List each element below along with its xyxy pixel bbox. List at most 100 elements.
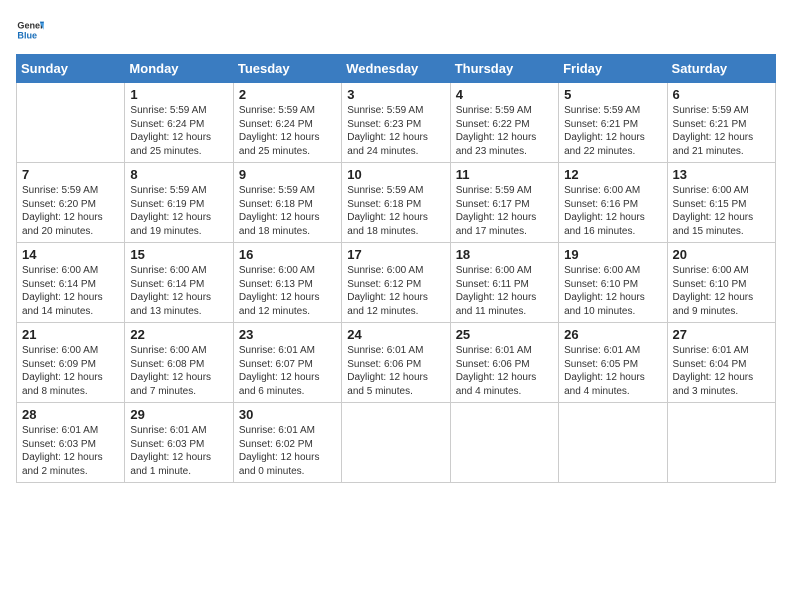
calendar-cell: 8 Sunrise: 5:59 AM Sunset: 6:19 PM Daylig… (125, 163, 233, 243)
calendar-cell: 28 Sunrise: 6:01 AM Sunset: 6:03 PM Dayli… (17, 403, 125, 483)
calendar-week-row: 1 Sunrise: 5:59 AM Sunset: 6:24 PM Daylig… (17, 83, 776, 163)
cell-date-number: 9 (239, 167, 336, 182)
calendar-cell: 20Sunrise: 6:00 AM Sunset: 6:10 PM Dayli… (667, 243, 775, 323)
cell-date-number: 16 (239, 247, 336, 262)
cell-date-number: 18 (456, 247, 553, 262)
calendar-cell (450, 403, 558, 483)
cell-info-text: Sunrise: 6:01 AM Sunset: 6:03 PM Dayligh… (130, 424, 227, 478)
svg-text:Blue: Blue (17, 30, 37, 40)
calendar-cell: 26 Sunrise: 6:01 AM Sunset: 6:05 PM Dayli… (559, 323, 667, 403)
calendar-week-row: 21 Sunrise: 6:00 AM Sunset: 6:09 PM Dayli… (17, 323, 776, 403)
calendar-cell: 25 Sunrise: 6:01 AM Sunset: 6:06 PM Dayli… (450, 323, 558, 403)
cell-date-number: 28 (22, 407, 119, 422)
cell-date-number: 8 (130, 167, 227, 182)
cell-info-text: Sunrise: 6:00 AM Sunset: 6:08 PM Dayligh… (130, 344, 227, 398)
cell-info-text: Sunrise: 5:59 AM Sunset: 6:17 PM Dayligh… (456, 184, 553, 238)
page-header: General Blue (16, 16, 776, 44)
cell-date-number: 10 (347, 167, 444, 182)
cell-info-text: Sunrise: 6:00 AM Sunset: 6:10 PM Dayligh… (564, 264, 661, 318)
cell-info-text: Sunrise: 6:00 AM Sunset: 6:09 PM Dayligh… (22, 344, 119, 398)
cell-date-number: 23 (239, 327, 336, 342)
day-header-wednesday: Wednesday (342, 55, 450, 83)
cell-info-text: Sunrise: 5:59 AM Sunset: 6:22 PM Dayligh… (456, 104, 553, 158)
calendar-cell: 2Sunrise: 5:59 AM Sunset: 6:24 PM Daylig… (233, 83, 341, 163)
calendar-cell: 4 Sunrise: 5:59 AM Sunset: 6:22 PM Daylig… (450, 83, 558, 163)
calendar-cell: 12 Sunrise: 6:00 AM Sunset: 6:16 PM Dayli… (559, 163, 667, 243)
cell-info-text: Sunrise: 6:00 AM Sunset: 6:16 PM Dayligh… (564, 184, 661, 238)
cell-date-number: 22 (130, 327, 227, 342)
cell-info-text: Sunrise: 5:59 AM Sunset: 6:20 PM Dayligh… (22, 184, 119, 238)
calendar-cell: 17 Sunrise: 6:00 AM Sunset: 6:12 PM Dayli… (342, 243, 450, 323)
cell-info-text: Sunrise: 6:00 AM Sunset: 6:14 PM Dayligh… (22, 264, 119, 318)
calendar-cell: 9Sunrise: 5:59 AM Sunset: 6:18 PM Daylig… (233, 163, 341, 243)
calendar-week-row: 28 Sunrise: 6:01 AM Sunset: 6:03 PM Dayli… (17, 403, 776, 483)
cell-date-number: 12 (564, 167, 661, 182)
cell-date-number: 4 (456, 87, 553, 102)
cell-date-number: 24 (347, 327, 444, 342)
logo-icon: General Blue (16, 16, 44, 44)
cell-date-number: 30 (239, 407, 336, 422)
calendar-cell: 14 Sunrise: 6:00 AM Sunset: 6:14 PM Dayli… (17, 243, 125, 323)
calendar-cell (559, 403, 667, 483)
cell-date-number: 7 (22, 167, 119, 182)
cell-date-number: 29 (130, 407, 227, 422)
calendar-cell: 24 Sunrise: 6:01 AM Sunset: 6:06 PM Dayli… (342, 323, 450, 403)
cell-info-text: Sunrise: 6:00 AM Sunset: 6:12 PM Dayligh… (347, 264, 444, 318)
cell-info-text: Sunrise: 6:00 AM Sunset: 6:11 PM Dayligh… (456, 264, 553, 318)
calendar-cell: 30 Sunrise: 6:01 AM Sunset: 6:02 PM Dayli… (233, 403, 341, 483)
cell-date-number: 25 (456, 327, 553, 342)
calendar-cell: 19 Sunrise: 6:00 AM Sunset: 6:10 PM Dayli… (559, 243, 667, 323)
cell-date-number: 17 (347, 247, 444, 262)
cell-date-number: 2 (239, 87, 336, 102)
cell-info-text: Sunrise: 6:01 AM Sunset: 6:02 PM Dayligh… (239, 424, 336, 478)
day-header-thursday: Thursday (450, 55, 558, 83)
calendar-cell: 16Sunrise: 6:00 AM Sunset: 6:13 PM Dayli… (233, 243, 341, 323)
cell-date-number: 11 (456, 167, 553, 182)
cell-date-number: 14 (22, 247, 119, 262)
cell-info-text: Sunrise: 6:00 AM Sunset: 6:14 PM Dayligh… (130, 264, 227, 318)
calendar-cell: 5 Sunrise: 5:59 AM Sunset: 6:21 PM Daylig… (559, 83, 667, 163)
cell-info-text: Sunrise: 5:59 AM Sunset: 6:21 PM Dayligh… (673, 104, 770, 158)
cell-date-number: 15 (130, 247, 227, 262)
calendar-cell: 22 Sunrise: 6:00 AM Sunset: 6:08 PM Dayli… (125, 323, 233, 403)
calendar-cell: 15 Sunrise: 6:00 AM Sunset: 6:14 PM Dayli… (125, 243, 233, 323)
cell-date-number: 27 (673, 327, 770, 342)
cell-date-number: 1 (130, 87, 227, 102)
day-header-monday: Monday (125, 55, 233, 83)
cell-info-text: Sunrise: 6:01 AM Sunset: 6:06 PM Dayligh… (456, 344, 553, 398)
calendar-table: SundayMondayTuesdayWednesdayThursdayFrid… (16, 54, 776, 483)
cell-info-text: Sunrise: 6:01 AM Sunset: 6:06 PM Dayligh… (347, 344, 444, 398)
calendar-cell: 1 Sunrise: 5:59 AM Sunset: 6:24 PM Daylig… (125, 83, 233, 163)
cell-info-text: Sunrise: 5:59 AM Sunset: 6:23 PM Dayligh… (347, 104, 444, 158)
cell-date-number: 19 (564, 247, 661, 262)
calendar-cell (342, 403, 450, 483)
calendar-week-row: 14 Sunrise: 6:00 AM Sunset: 6:14 PM Dayli… (17, 243, 776, 323)
calendar-cell: 21 Sunrise: 6:00 AM Sunset: 6:09 PM Dayli… (17, 323, 125, 403)
calendar-cell: 13Sunrise: 6:00 AM Sunset: 6:15 PM Dayli… (667, 163, 775, 243)
cell-info-text: Sunrise: 6:01 AM Sunset: 6:04 PM Dayligh… (673, 344, 770, 398)
cell-date-number: 21 (22, 327, 119, 342)
calendar-cell: 23 Sunrise: 6:01 AM Sunset: 6:07 PM Dayli… (233, 323, 341, 403)
cell-info-text: Sunrise: 6:01 AM Sunset: 6:07 PM Dayligh… (239, 344, 336, 398)
cell-date-number: 20 (673, 247, 770, 262)
cell-date-number: 5 (564, 87, 661, 102)
cell-info-text: Sunrise: 5:59 AM Sunset: 6:24 PM Dayligh… (130, 104, 227, 158)
calendar-cell: 29 Sunrise: 6:01 AM Sunset: 6:03 PM Dayli… (125, 403, 233, 483)
calendar-cell (17, 83, 125, 163)
calendar-cell: 7 Sunrise: 5:59 AM Sunset: 6:20 PM Daylig… (17, 163, 125, 243)
day-header-saturday: Saturday (667, 55, 775, 83)
day-header-friday: Friday (559, 55, 667, 83)
cell-info-text: Sunrise: 5:59 AM Sunset: 6:21 PM Dayligh… (564, 104, 661, 158)
cell-date-number: 26 (564, 327, 661, 342)
cell-date-number: 6 (673, 87, 770, 102)
cell-info-text: Sunrise: 6:01 AM Sunset: 6:03 PM Dayligh… (22, 424, 119, 478)
calendar-cell: 11 Sunrise: 5:59 AM Sunset: 6:17 PM Dayli… (450, 163, 558, 243)
cell-date-number: 13 (673, 167, 770, 182)
calendar-week-row: 7 Sunrise: 5:59 AM Sunset: 6:20 PM Daylig… (17, 163, 776, 243)
cell-info-text: Sunrise: 5:59 AM Sunset: 6:18 PM Dayligh… (347, 184, 444, 238)
cell-date-number: 3 (347, 87, 444, 102)
calendar-cell: 10 Sunrise: 5:59 AM Sunset: 6:18 PM Dayli… (342, 163, 450, 243)
logo: General Blue (16, 16, 44, 44)
cell-info-text: Sunrise: 5:59 AM Sunset: 6:19 PM Dayligh… (130, 184, 227, 238)
cell-info-text: Sunrise: 6:01 AM Sunset: 6:05 PM Dayligh… (564, 344, 661, 398)
